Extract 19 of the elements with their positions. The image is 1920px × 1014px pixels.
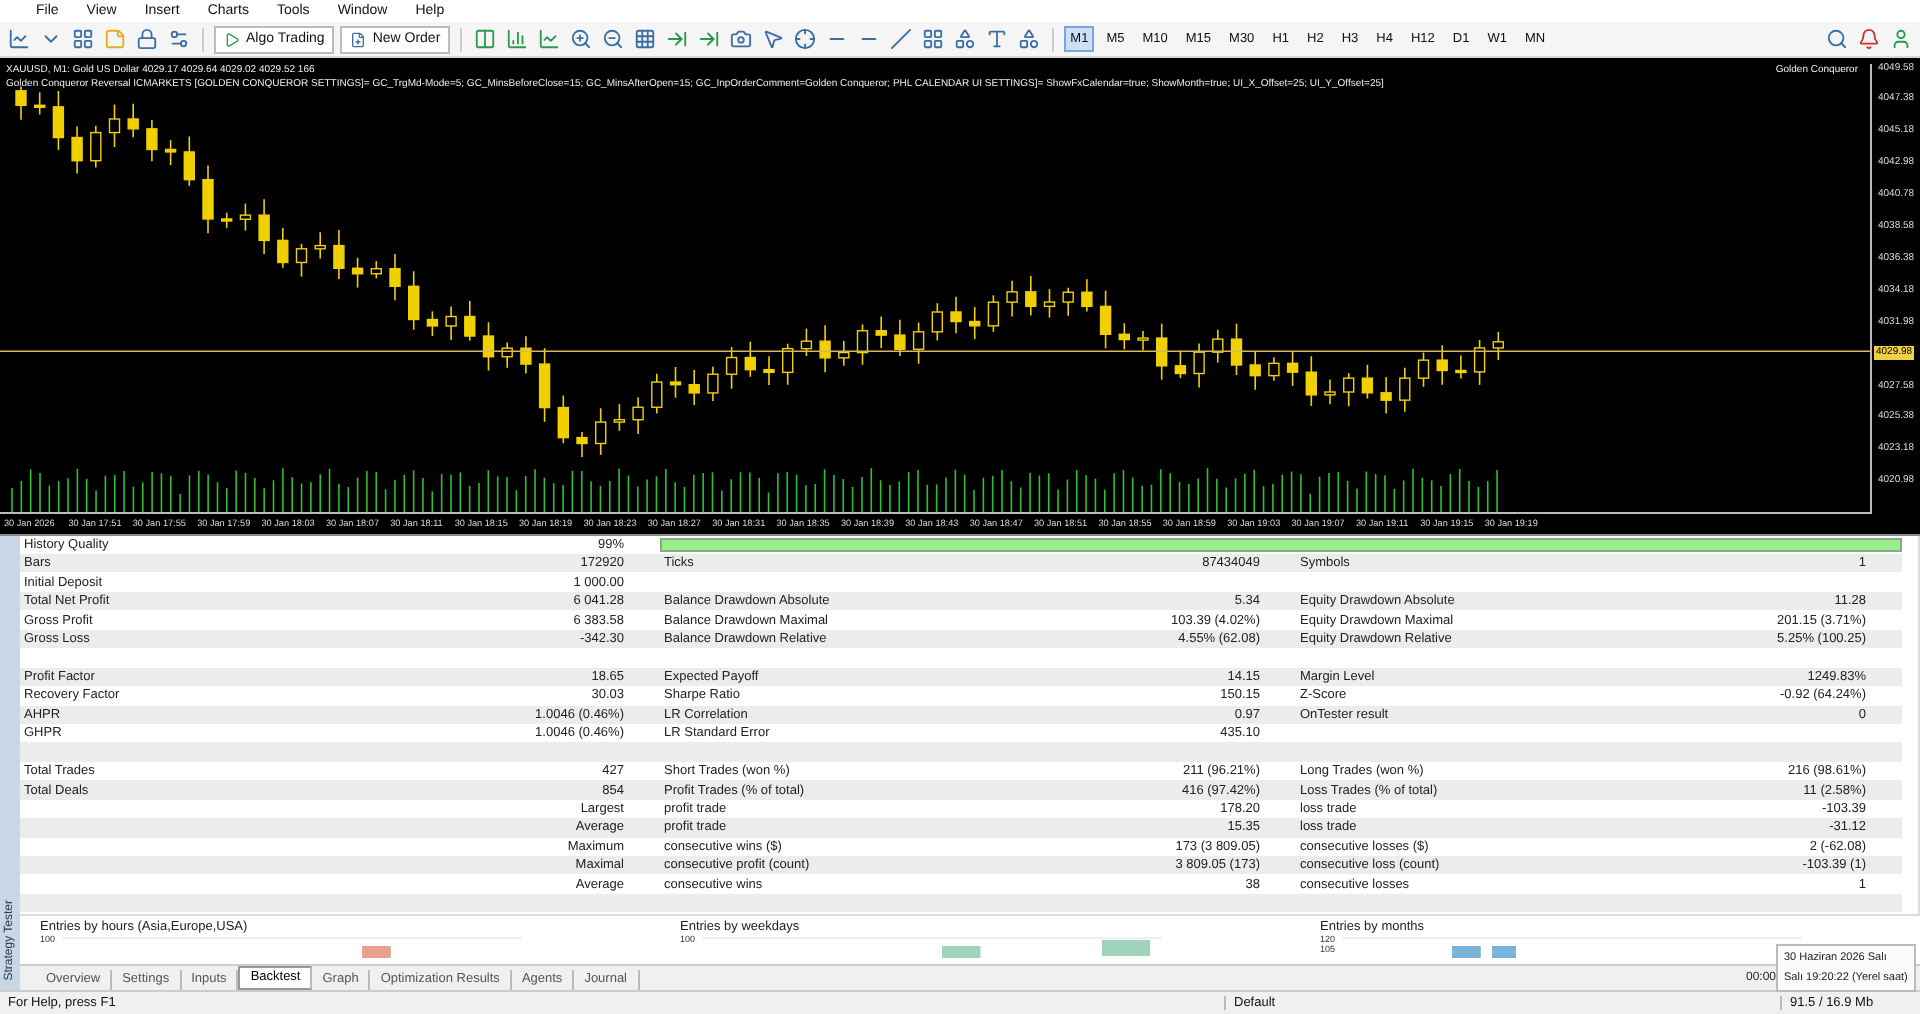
search-icon[interactable]	[1824, 26, 1850, 52]
layout-icon[interactable]	[70, 26, 96, 52]
play-icon	[224, 31, 240, 47]
notification-icon[interactable]	[1856, 26, 1882, 52]
grid-icon[interactable]	[632, 26, 659, 52]
scroll-end-icon[interactable]	[664, 26, 691, 52]
lock-icon[interactable]	[134, 26, 160, 52]
text-icon[interactable]	[984, 26, 1011, 52]
user-icon[interactable]	[1888, 26, 1914, 52]
trend-line-icon[interactable]	[888, 26, 915, 52]
line-chart-icon[interactable]	[6, 26, 32, 52]
shapes-icon[interactable]	[1016, 26, 1043, 52]
crosshair-icon[interactable]	[792, 26, 819, 52]
new-document-icon	[350, 31, 367, 47]
zoom-out-icon[interactable]	[600, 26, 627, 52]
cursor-icon[interactable]	[760, 26, 787, 52]
camera-icon[interactable]	[728, 26, 755, 52]
zoom-in-icon[interactable]	[568, 26, 595, 52]
line-chart-icon[interactable]	[536, 26, 563, 52]
